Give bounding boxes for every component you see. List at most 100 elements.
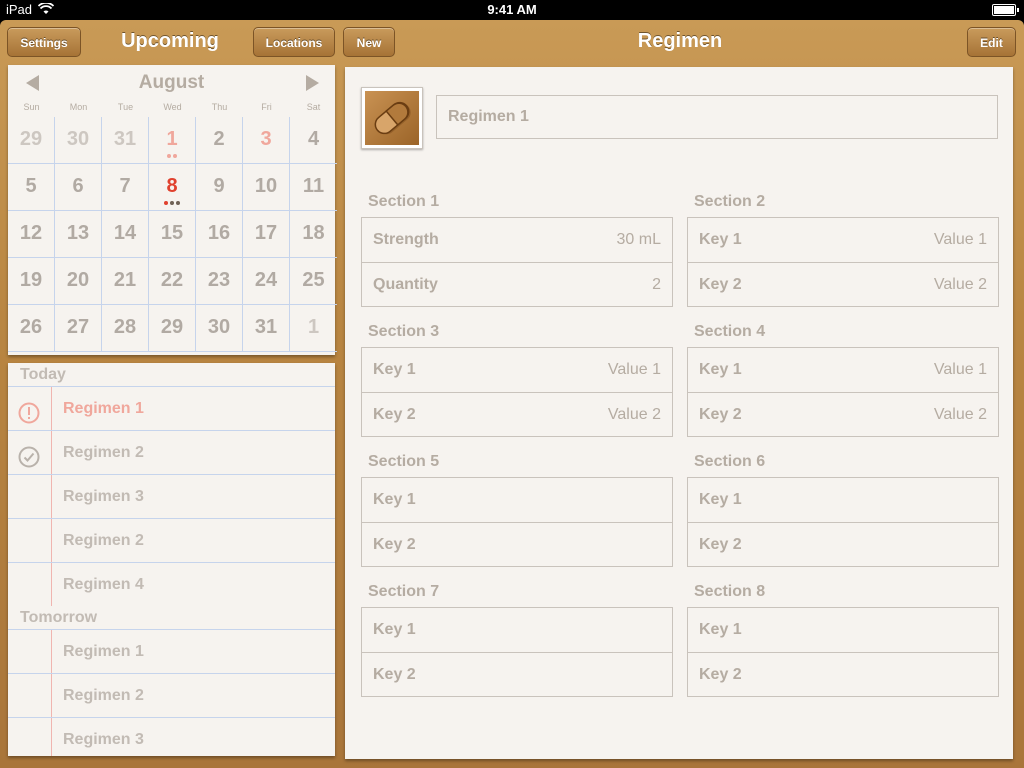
section-title: Section 2 [694,193,766,210]
list-item[interactable]: Regimen 1 [8,630,335,674]
weekday-label: Sun [23,102,40,112]
field-row[interactable]: Quantity 2 [362,262,672,306]
list-item-label: Regimen 3 [63,488,144,505]
field-row[interactable]: Key 1 [688,608,998,652]
locations-button[interactable]: Locations [253,27,335,57]
edit-button[interactable]: Edit [967,27,1016,57]
calendar-day[interactable]: 11 [290,164,337,211]
field-row[interactable]: Key 2 [362,522,672,566]
calendar-day[interactable]: 16 [196,211,243,258]
regimen-title: Regimen [637,30,723,52]
calendar-day[interactable]: 30 [55,117,102,164]
calendar-day[interactable]: 1 [290,305,337,352]
field-value: Value 1 [933,231,987,248]
calendar-day[interactable]: 21 [102,258,149,305]
calendar-day[interactable]: 28 [102,305,149,352]
calendar-day[interactable]: 8 [149,164,196,211]
regimen-detail: Regimen 1 Section 1 Strength 30 mL Quantity… [345,67,1013,759]
calendar-day[interactable]: 1 [149,117,196,164]
field-key: Key 2 [699,276,742,293]
field-row[interactable]: Key 2 [688,652,998,696]
field-row[interactable]: Key 2 [688,522,998,566]
calendar-day[interactable]: 25 [290,258,337,305]
calendar-day-number: 24 [254,269,278,291]
next-month-arrow-icon[interactable] [306,75,319,91]
calendar-day[interactable]: 14 [102,211,149,258]
calendar-day-number: 7 [119,175,131,197]
field-key: Key 2 [699,536,742,553]
calendar-day[interactable]: 4 [290,117,337,164]
event-dot [167,154,171,158]
field-row[interactable]: Key 1 [362,478,672,522]
calendar-day[interactable]: 29 [149,305,196,352]
calendar-day[interactable]: 6 [55,164,102,211]
calendar-day-number: 12 [19,222,43,244]
calendar-day[interactable]: 24 [243,258,290,305]
calendar-day[interactable]: 3 [243,117,290,164]
section-title: Section 1 [368,193,440,210]
field-row[interactable]: Key 1 [688,478,998,522]
calendar-day-number: 18 [302,222,325,244]
weekday-label: Mon [69,102,88,112]
section-group: Key 1 Key 2 [687,607,999,697]
calendar-day-number: 1 [307,316,320,338]
list-item[interactable]: Regimen 2 [8,519,335,563]
calendar-day-number: 5 [25,175,37,197]
field-row[interactable]: Key 1 [362,608,672,652]
list-item[interactable]: Regimen 1 [8,387,335,431]
field-key: Key 2 [699,666,742,683]
calendar-day[interactable]: 15 [149,211,196,258]
field-row[interactable]: Key 1 Value 1 [688,348,998,392]
upcoming-list: Today Regimen 1 Regimen 2 Regimen 3 Regimen… [8,363,335,756]
calendar-day-number: 31 [254,316,278,338]
calendar-day[interactable]: 26 [8,305,55,352]
list-item[interactable]: Regimen 2 [8,431,335,475]
field-key: Quantity [373,276,438,293]
list-item-label: Regimen 1 [63,400,144,417]
calendar-day[interactable]: 27 [55,305,102,352]
calendar-day[interactable]: 9 [196,164,243,211]
new-button[interactable]: New [343,27,395,57]
field-row[interactable]: Key 2 Value 2 [688,262,998,306]
calendar-day-number: 29 [160,316,184,338]
weekday-label: Sat [306,102,321,112]
calendar-day[interactable]: 7 [102,164,149,211]
field-row[interactable]: Strength 30 mL [362,218,672,262]
field-row[interactable]: Key 2 Value 2 [362,392,672,436]
calendar-day[interactable]: 18 [290,211,337,258]
calendar-day[interactable]: 29 [8,117,55,164]
calendar-day[interactable]: 2 [196,117,243,164]
calendar-day[interactable]: 23 [196,258,243,305]
list-item[interactable]: Regimen 3 [8,718,335,756]
calendar-day[interactable]: 22 [149,258,196,305]
field-row[interactable]: Key 1 Value 1 [688,218,998,262]
calendar-day-number: 1 [166,128,178,150]
field-key: Key 1 [699,361,742,378]
calendar-month: August [138,72,205,93]
field-row[interactable]: Key 2 [362,652,672,696]
list-item-label: Regimen 2 [63,532,144,549]
calendar-day[interactable]: 10 [243,164,290,211]
list-item[interactable]: Regimen 3 [8,475,335,519]
calendar-day[interactable]: 30 [196,305,243,352]
weekday-label: Wed [163,102,182,112]
calendar-day[interactable]: 20 [55,258,102,305]
calendar-day[interactable]: 12 [8,211,55,258]
regimen-image[interactable] [361,87,423,149]
calendar-day-number: 8 [166,175,178,197]
list-item[interactable]: Regimen 4 [8,563,335,607]
list-item-label: Regimen 1 [63,643,144,660]
calendar-day-number: 9 [213,175,225,197]
calendar-day[interactable]: 17 [243,211,290,258]
settings-button[interactable]: Settings [7,27,81,57]
list-item-label: Regimen 2 [63,444,144,461]
calendar-day[interactable]: 5 [8,164,55,211]
calendar-day[interactable]: 31 [243,305,290,352]
calendar-day[interactable]: 19 [8,258,55,305]
regimen-name-field[interactable]: Regimen 1 [436,95,998,139]
calendar-day[interactable]: 13 [55,211,102,258]
field-row[interactable]: Key 1 Value 1 [362,348,672,392]
field-row[interactable]: Key 2 Value 2 [688,392,998,436]
list-item[interactable]: Regimen 2 [8,674,335,718]
calendar-day[interactable]: 31 [102,117,149,164]
